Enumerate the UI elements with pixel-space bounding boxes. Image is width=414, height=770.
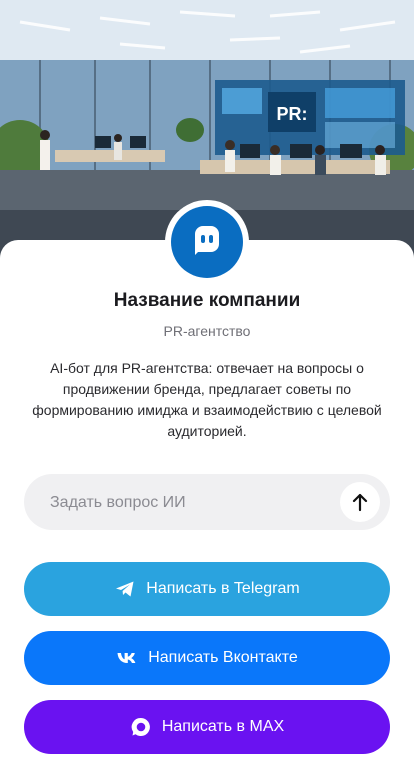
avatar (171, 206, 243, 278)
telegram-icon (114, 578, 136, 600)
max-icon (130, 716, 152, 738)
vk-button-label: Написать Вконтакте (148, 649, 298, 666)
telegram-button-label: Написать в Telegram (146, 580, 300, 597)
company-type: PR-агентство (163, 323, 251, 339)
chat-bot-icon (195, 226, 219, 255)
vk-icon (116, 647, 138, 669)
hero-screen-text: PR: (277, 104, 308, 124)
ask-ai-input[interactable] (48, 474, 332, 532)
max-button[interactable]: Написать в MAX (24, 700, 390, 754)
arrow-up-icon (352, 493, 368, 512)
max-button-label: Написать в MAX (161, 718, 285, 735)
telegram-button[interactable]: Написать в Telegram (24, 562, 390, 616)
send-button[interactable] (340, 482, 380, 522)
vk-button[interactable]: Написать Вконтакте (24, 631, 390, 685)
ask-ai-field (24, 474, 390, 532)
company-name: Название компании (113, 290, 301, 311)
company-description: AI-бот для PR-агентства: отвечает на воп… (32, 360, 382, 439)
